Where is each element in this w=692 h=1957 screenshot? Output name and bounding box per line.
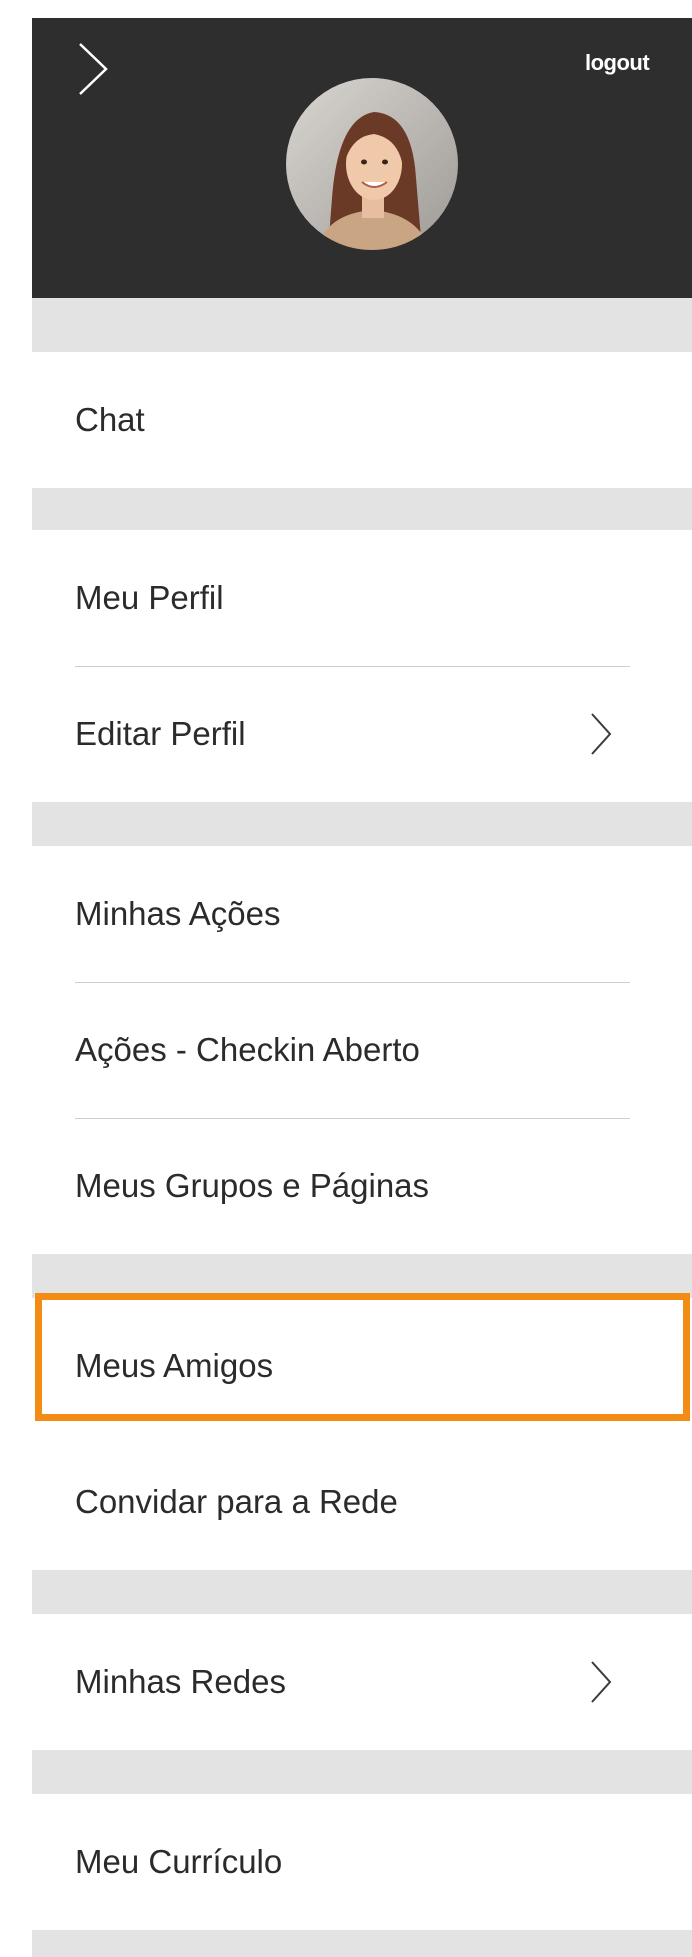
- menu-item-chat[interactable]: Chat: [32, 352, 692, 488]
- menu-item-label: Convidar para a Rede: [75, 1483, 398, 1520]
- menu-group-actions: Minhas Ações Ações - Checkin Aberto Meus…: [32, 846, 692, 1254]
- menu-item-label: Meus Grupos e Páginas: [75, 1167, 430, 1204]
- menu-item-acoes-checkin[interactable]: Ações - Checkin Aberto: [32, 982, 692, 1118]
- user-avatar-image: [286, 78, 458, 250]
- menu-item-convidar[interactable]: Convidar para a Rede: [32, 1434, 692, 1570]
- menu-item-label: Chat: [75, 401, 145, 438]
- back-button[interactable]: [72, 40, 112, 98]
- menu-item-label: Minhas Ações: [75, 895, 281, 932]
- menu-group-chat: Chat: [32, 352, 692, 488]
- menu-item-editar-perfil[interactable]: Editar Perfil: [32, 666, 692, 802]
- menu-item-label: Editar Perfil: [75, 715, 246, 752]
- logout-link[interactable]: logout: [585, 50, 650, 76]
- side-menu: logout Chat Meu Perfil Editar Perfil Min…: [32, 18, 692, 1957]
- menu-item-label: Meus Amigos: [75, 1347, 274, 1384]
- avatar[interactable]: [286, 78, 458, 250]
- menu-item-label: Ações - Checkin Aberto: [75, 1031, 420, 1068]
- chevron-right-icon: [591, 1661, 612, 1703]
- menu-item-label: Minhas Redes: [75, 1663, 286, 1700]
- chevron-right-icon: [591, 713, 612, 755]
- menu-item-minhas-redes[interactable]: Minhas Redes: [32, 1614, 692, 1750]
- menu-item-label: Meu Perfil: [75, 579, 224, 616]
- menu-group-resume: Meu Currículo: [32, 1794, 692, 1930]
- menu-group-friends: Meus Amigos Convidar para a Rede: [32, 1298, 692, 1570]
- menu-item-label: Meu Currículo: [75, 1843, 283, 1880]
- menu-item-meu-curriculo[interactable]: Meu Currículo: [32, 1794, 692, 1930]
- chevron-right-icon: [79, 43, 108, 95]
- menu-header: logout: [32, 18, 692, 298]
- menu-item-meu-perfil[interactable]: Meu Perfil: [32, 530, 692, 666]
- menu-item-meus-grupos[interactable]: Meus Grupos e Páginas: [32, 1118, 692, 1254]
- menu-group-profile: Meu Perfil Editar Perfil: [32, 530, 692, 802]
- menu-group-networks: Minhas Redes: [32, 1614, 692, 1750]
- menu-item-meus-amigos[interactable]: Meus Amigos: [32, 1298, 692, 1434]
- menu-item-minhas-acoes[interactable]: Minhas Ações: [32, 846, 692, 982]
